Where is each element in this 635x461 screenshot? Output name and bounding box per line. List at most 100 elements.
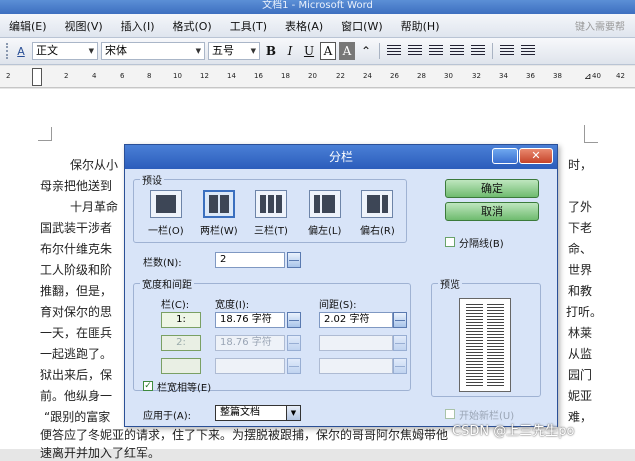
ruler-tick: 26 (390, 72, 399, 80)
bold-button[interactable]: B (263, 42, 279, 60)
menu-tools[interactable]: 工具(T) (221, 18, 276, 34)
char-border-button[interactable]: A (320, 42, 336, 60)
numbering-icon (500, 45, 514, 57)
numbering-button[interactable] (498, 42, 516, 60)
doc-line: 狱出来后，保 (40, 368, 113, 382)
italic-button[interactable]: I (282, 42, 298, 60)
doc-line: 一起逃跑了。 (40, 347, 113, 361)
styles-pane-icon[interactable]: A (13, 42, 29, 60)
ruler-tick: 16 (254, 72, 263, 80)
column-number-2: 2: (161, 335, 201, 351)
menu-insert[interactable]: 插入(I) (112, 18, 164, 34)
highlight-icon[interactable]: ⌃ (358, 42, 374, 60)
chevron-down-icon: ▼ (286, 406, 300, 420)
justify-button[interactable] (448, 42, 466, 60)
preview-page (459, 298, 511, 392)
menu-help[interactable]: 帮助(H) (392, 18, 449, 34)
menu-bar: 编辑(E) 视图(V) 插入(I) 格式(O) 工具(T) 表格(A) 窗口(W… (0, 14, 635, 38)
doc-line: 推翻，但是， (40, 284, 113, 298)
help-button[interactable] (492, 148, 518, 164)
window-title: 文档1 - Microsoft Word (0, 0, 635, 14)
column-1-width-spinner[interactable] (287, 312, 301, 328)
doc-line: 育对保尔的思 (40, 305, 113, 319)
doc-line: 工人阶级和阶 (40, 263, 113, 277)
align-right-button[interactable] (427, 42, 445, 60)
apply-to-select[interactable]: 整篇文档 ▼ (215, 405, 301, 421)
column-2-spacing-input (319, 335, 393, 351)
preset-one[interactable]: 一栏(O) (148, 190, 184, 237)
horizontal-ruler[interactable]: 2 2 4 6 8 10 12 14 16 18 20 22 24 26 28 … (0, 66, 635, 88)
underline-button[interactable]: U (301, 42, 317, 60)
ruler-tick: 24 (363, 72, 372, 80)
ruler-tick: 42 (616, 72, 625, 80)
indent-marker[interactable] (32, 68, 42, 86)
column-3-width-spinner (287, 358, 301, 374)
preset-two[interactable]: 两栏(W) (200, 190, 238, 237)
ruler-tick: 30 (444, 72, 453, 80)
doc-line: 保尔从小 (70, 158, 119, 172)
column-1-width-input[interactable]: 18.76 字符 (215, 312, 285, 328)
doc-line: 布尔什维克朱 (40, 242, 113, 256)
align-center-button[interactable] (406, 42, 424, 60)
justify-icon (450, 45, 464, 57)
ruler-tick: 18 (281, 72, 290, 80)
preset-three[interactable]: 三栏(T) (254, 190, 288, 237)
menu-view[interactable]: 视图(V) (56, 18, 112, 34)
preset-right[interactable]: 偏右(R) (360, 190, 395, 237)
cancel-button[interactable]: 取消 (445, 202, 539, 221)
line-spacing-button[interactable] (469, 42, 487, 60)
equal-width-label: 栏宽相等(E) (157, 383, 212, 394)
doc-line-right: 命、 (568, 242, 593, 256)
bullets-button[interactable] (519, 42, 537, 60)
align-center-icon (408, 45, 422, 57)
presets-group-label: 预设 (140, 172, 164, 187)
menu-table[interactable]: 表格(A) (276, 18, 332, 34)
columns-count-spinner[interactable] (287, 252, 301, 268)
doc-line-right: 下老 (568, 221, 593, 235)
menu-edit[interactable]: 编辑(E) (0, 18, 56, 34)
menu-format[interactable]: 格式(O) (163, 18, 220, 34)
font-size-combo[interactable]: 五号 ▼ (208, 42, 260, 60)
toolbar-grip[interactable] (6, 43, 10, 59)
ruler-tick: 28 (417, 72, 426, 80)
preview-column (466, 304, 483, 386)
dialog-title-bar[interactable]: 分栏 ✕ (125, 145, 557, 169)
doc-line-right: 和教 (568, 284, 593, 298)
column-1-spacing-spinner[interactable] (393, 312, 407, 328)
column-header: 栏(C): (161, 300, 190, 311)
char-shading-button[interactable]: A (339, 42, 355, 60)
apply-to-value: 整篇文档 (220, 407, 260, 418)
ruler-tick: 2 (6, 72, 11, 80)
menu-window[interactable]: 窗口(W) (332, 18, 391, 34)
close-button[interactable]: ✕ (519, 148, 553, 164)
preset-left[interactable]: 偏左(L) (308, 190, 341, 237)
ruler-tick: 12 (200, 72, 209, 80)
columns-count-input[interactable]: 2 (215, 252, 285, 268)
preview-label: 预览 (438, 276, 462, 291)
help-search-box[interactable]: 键入需要帮 (575, 18, 625, 33)
doc-line-right: 了外 (568, 200, 593, 214)
columns-dialog: 分栏 ✕ 预设 一栏(O) 两栏(W) 三栏(T) 偏左(L) 偏右(R) 确定… (124, 144, 558, 427)
doc-line: “跟别的富家 (44, 410, 111, 424)
ruler-tick: 40 (592, 72, 601, 80)
preset-label: 一栏(O) (148, 226, 184, 237)
chevron-down-icon: ▼ (88, 47, 94, 55)
chevron-down-icon: ▼ (250, 47, 256, 55)
align-left-button[interactable] (385, 42, 403, 60)
column-1-spacing-input[interactable]: 2.02 字符 (319, 312, 393, 328)
column-number-1: 1: (161, 312, 201, 328)
line-spacing-icon (471, 45, 485, 57)
ruler-tick: 32 (472, 72, 481, 80)
column-3-width-input (215, 358, 285, 374)
bullets-icon (521, 45, 535, 57)
style-combo[interactable]: 正文 ▼ (32, 42, 98, 60)
equal-width-checkbox[interactable]: ✓ (143, 381, 153, 391)
font-combo[interactable]: 宋体 ▼ (101, 42, 205, 60)
right-column-icon (361, 190, 394, 218)
column-3-spacing-input (319, 358, 393, 374)
column-3-spacing-spinner (393, 358, 407, 374)
ok-button[interactable]: 确定 (445, 179, 539, 198)
preset-label: 三栏(T) (254, 226, 288, 237)
divider-checkbox[interactable] (445, 237, 455, 247)
right-indent-marker[interactable]: ⊿ (584, 72, 592, 82)
